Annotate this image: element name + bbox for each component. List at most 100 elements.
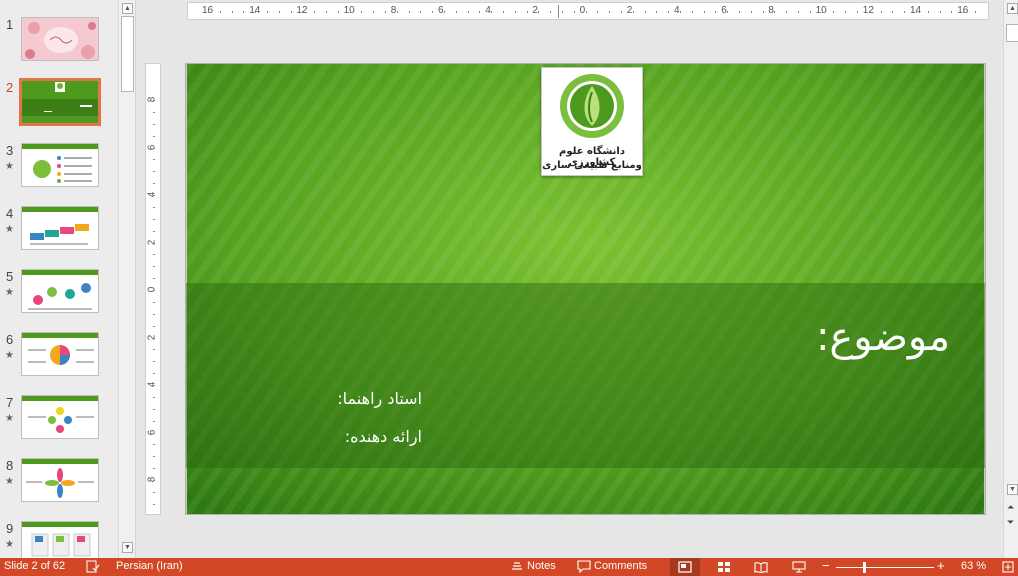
zoom-slider-handle[interactable] (863, 562, 866, 573)
horizontal-ruler[interactable]: 1614121086420246810121416 (187, 2, 989, 20)
ruler-tick (153, 491, 155, 493)
animation-star-icon: ★ (5, 161, 14, 172)
ruler-tick (585, 11, 587, 13)
editor-scrollbar[interactable]: ▲ ▼ ⏶ ⏷ (1003, 0, 1018, 558)
scroll-down-arrow-icon[interactable]: ▼ (1007, 484, 1018, 495)
ruler-tick (153, 147, 155, 149)
ruler-tick (621, 11, 622, 13)
ruler-tick (153, 361, 155, 363)
thumbnail-image[interactable] (21, 269, 99, 313)
thumbnail-slide-1[interactable]: 1 (0, 17, 118, 77)
zoom-out-button[interactable]: − (822, 558, 830, 573)
ruler-tick (597, 11, 599, 13)
scroll-up-arrow-icon[interactable]: ▲ (122, 3, 133, 14)
ruler-tick (951, 11, 953, 13)
previous-slide-icon[interactable]: ⏶ (1007, 502, 1014, 513)
ruler-tick (231, 11, 233, 13)
thumbnail-slide-5[interactable]: 5 ★ (0, 269, 118, 329)
slide-title[interactable]: موضوع: (816, 314, 950, 360)
supervisor-label[interactable]: استاد راهنما: (337, 389, 422, 408)
thumbnail-slide-8[interactable]: 8 ★ (0, 458, 118, 518)
ruler-tick (385, 11, 386, 13)
ruler-tick (750, 11, 752, 13)
thumbnail-number: 6 (6, 332, 14, 347)
animation-star-icon: ★ (5, 224, 14, 235)
zoom-slider[interactable] (836, 567, 934, 568)
thumbnail-number: 3 (6, 143, 14, 158)
logo-text-line-2: ومنابع طبیعی ساری (542, 160, 642, 171)
thumbnail-scrollbar[interactable]: ▲ ▼ (118, 0, 135, 558)
vertical-ruler[interactable]: 8 6 4 2 0 2 4 6 8 (145, 63, 161, 515)
ruler-tick (153, 396, 155, 398)
fit-to-window-icon[interactable] (1002, 561, 1014, 573)
language-indicator[interactable]: Persian (Iran) (116, 560, 183, 572)
slide-counter: Slide 2 of 62 (4, 560, 66, 572)
next-slide-icon[interactable]: ⏷ (1007, 517, 1014, 528)
ruler-label: 8 (768, 5, 774, 16)
thumbnail-image[interactable] (21, 17, 99, 61)
scrollbar-thumb[interactable] (121, 16, 134, 92)
comments-button[interactable]: Comments (594, 560, 647, 572)
ruler-tick (337, 11, 339, 13)
ruler-tick (153, 301, 155, 303)
scroll-up-arrow-icon[interactable]: ▲ (1007, 3, 1018, 14)
ruler-tick (153, 373, 155, 375)
presenter-label[interactable]: ارائه دهنده: (345, 427, 422, 446)
thumbnail-slide-7[interactable]: 7 ★ (0, 395, 118, 455)
thumbnail-image[interactable] (21, 332, 99, 376)
slide-sorter-icon[interactable] (717, 561, 731, 573)
thumbnail-slide-3[interactable]: 3 ★ (0, 143, 118, 203)
ruler-label: 2 (146, 334, 158, 340)
thumbnail-image[interactable] (21, 143, 99, 187)
thumbnail-number: 1 (6, 17, 14, 32)
notes-button[interactable]: Notes (527, 560, 556, 572)
ruler-tick (153, 123, 155, 125)
ruler-tick (727, 11, 729, 13)
zoom-in-button[interactable]: + (937, 558, 945, 573)
animation-star-icon: ★ (5, 476, 14, 487)
slide-canvas[interactable]: دانشگاه علوم کشاورزی ومنابع طبیعی ساری م… (185, 63, 986, 515)
scroll-down-arrow-icon[interactable]: ▼ (122, 542, 133, 553)
thumbnail-image[interactable] (21, 521, 99, 558)
ruler-label: 8 (390, 5, 397, 16)
thumbnail-image[interactable] (21, 206, 99, 250)
ruler-tick (609, 11, 611, 13)
powerpoint-window: 1 2 3 ★ 4 ★ 5 ★ 6 ★ 7 ★ 8 ★ 9 ★ ▲ ▼ 8 6 … (0, 0, 1018, 576)
thumbnail-slide-2[interactable]: 2 (0, 78, 118, 140)
slideshow-icon[interactable] (792, 561, 806, 573)
university-logo[interactable]: دانشگاه علوم کشاورزی ومنابع طبیعی ساری (541, 67, 643, 176)
zoom-level[interactable]: 63 % (961, 560, 986, 572)
ruler-tick (573, 11, 575, 13)
ruler-label: 6 (438, 5, 444, 16)
scrollbar-thumb[interactable] (1006, 24, 1018, 42)
thumbnail-number: 5 (6, 269, 14, 284)
spelling-check-icon[interactable] (86, 560, 100, 573)
thumbnail-image[interactable] (19, 78, 101, 126)
normal-view-button[interactable] (670, 558, 700, 576)
ruler-tick (904, 11, 906, 13)
ruler-tick (373, 11, 375, 13)
ruler-tick (349, 11, 351, 13)
ruler-tick (526, 11, 528, 13)
thumbnail-image[interactable] (21, 395, 99, 439)
slide-thumbnail-pane: 1 2 3 ★ 4 ★ 5 ★ 6 ★ 7 ★ 8 ★ 9 ★ ▲ ▼ (0, 0, 136, 558)
green-slide-thumbnail-icon (22, 81, 98, 123)
ruler-tick (857, 11, 858, 13)
process-thumbnail-icon (22, 207, 98, 245)
circles-thumbnail-icon (22, 270, 98, 310)
thumbnail-slide-9[interactable]: 9 ★ (0, 521, 118, 558)
thumbnail-slide-6[interactable]: 6 ★ (0, 332, 118, 392)
pie-thumbnail-icon (22, 333, 98, 365)
thumbnail-image[interactable] (21, 458, 99, 502)
ruler-tick (880, 11, 882, 13)
reading-view-icon[interactable] (754, 561, 768, 573)
ruler-tick (314, 11, 316, 13)
ruler-tick (153, 254, 155, 256)
thumbnail-slide-4[interactable]: 4 ★ (0, 206, 118, 266)
ruler-tick (153, 337, 155, 339)
ruler-tick (153, 242, 155, 244)
thumbnail-number: 9 (6, 521, 14, 536)
ruler-tick (538, 11, 540, 13)
ruler-tick (208, 11, 209, 13)
ruler-tick (892, 11, 894, 13)
